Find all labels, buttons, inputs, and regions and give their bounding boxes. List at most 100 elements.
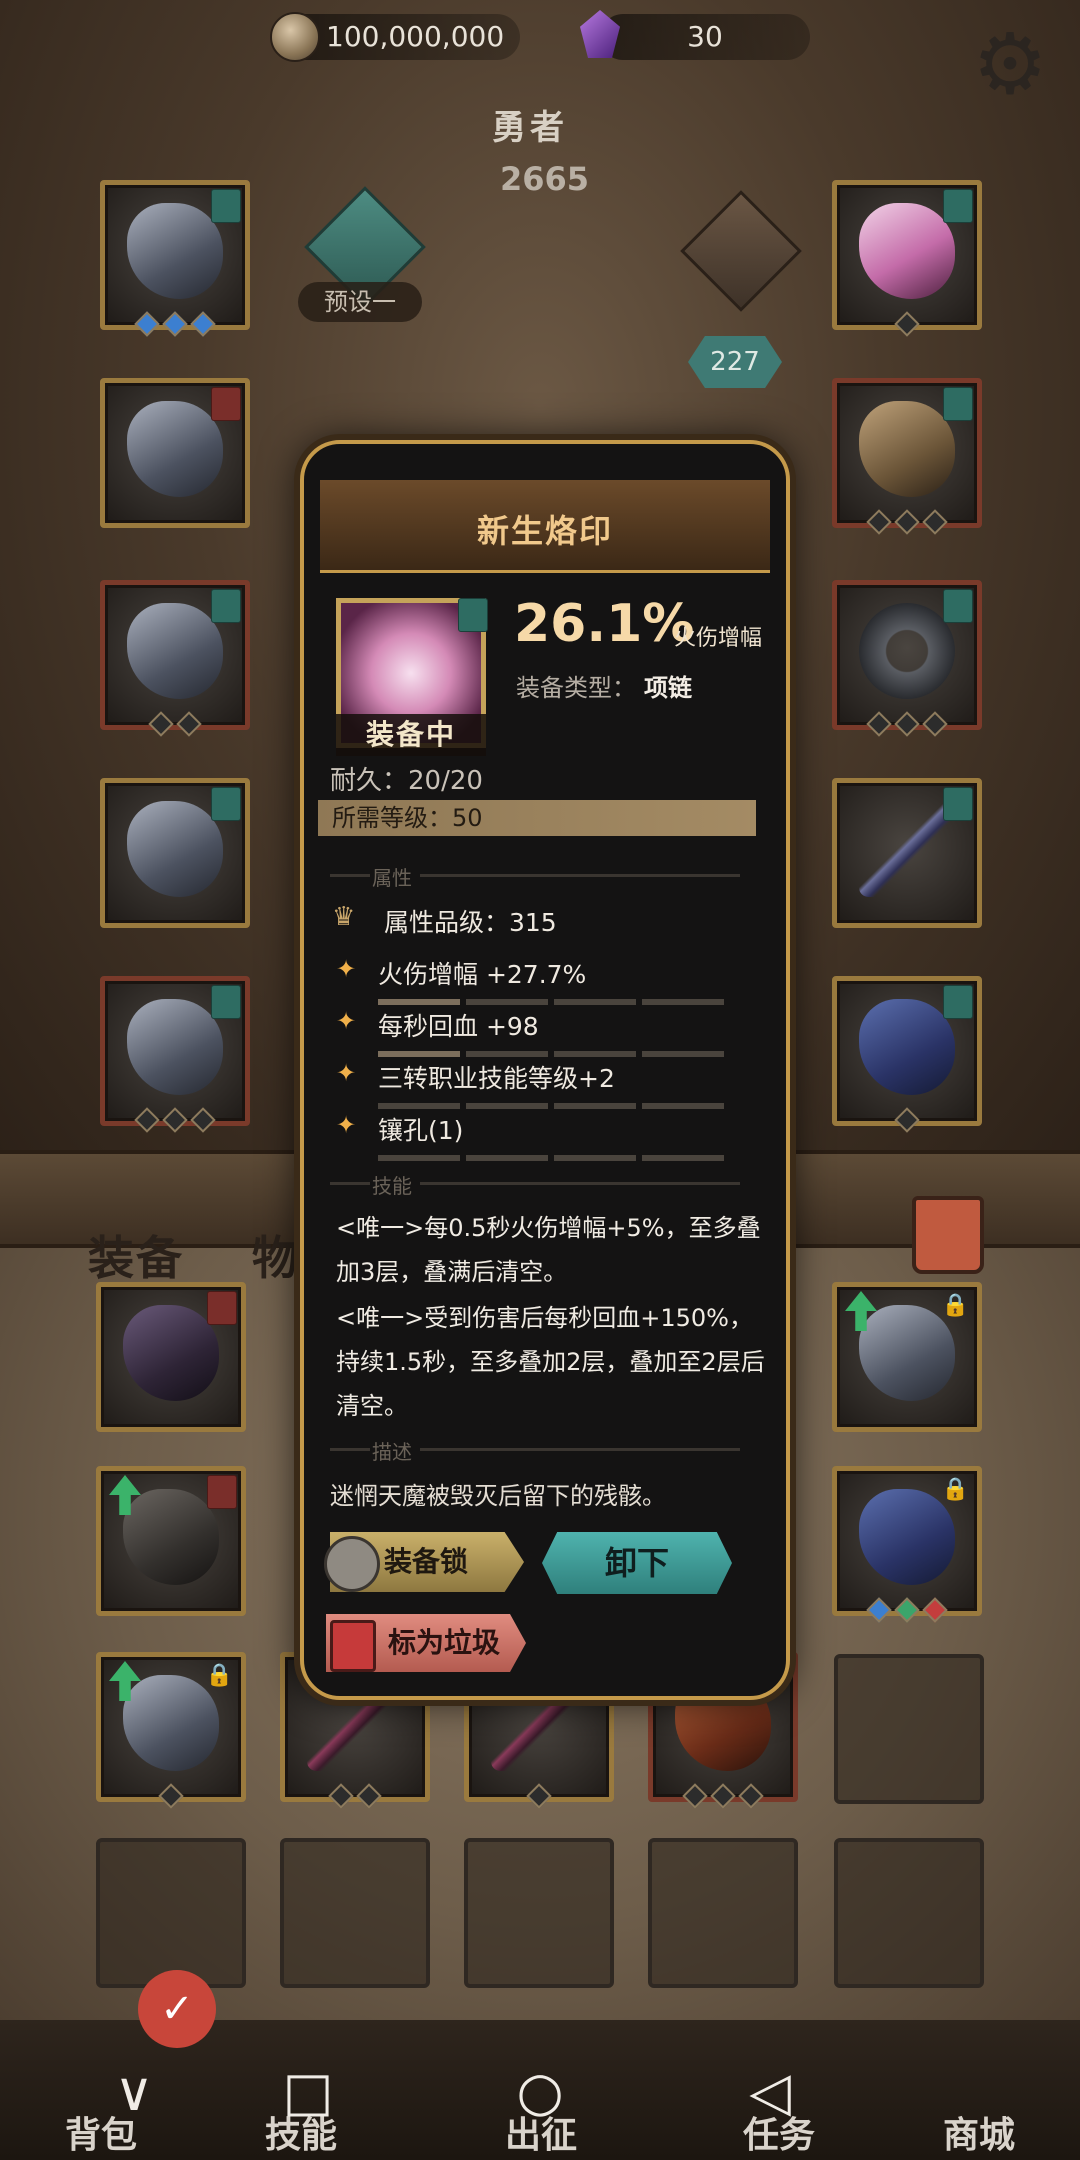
padlock-icon bbox=[324, 1536, 380, 1592]
quality-crest-icon: ♛ bbox=[332, 902, 356, 932]
system-square-icon[interactable]: □ bbox=[258, 2060, 358, 2123]
socket-row bbox=[837, 509, 977, 535]
slot-tag-icon bbox=[943, 189, 973, 223]
section-divider bbox=[420, 874, 740, 877]
attribute-bar bbox=[378, 1094, 730, 1109]
trash-icon bbox=[330, 1620, 376, 1672]
bag-empty-slot[interactable] bbox=[464, 1838, 614, 1988]
bag-empty-slot[interactable] bbox=[834, 1654, 984, 1804]
bag-empty-slot[interactable] bbox=[96, 1838, 246, 1988]
equip-slot-weapon[interactable] bbox=[832, 778, 982, 928]
bag-empty-slot[interactable] bbox=[648, 1838, 798, 1988]
nav-shop[interactable]: 商城 bbox=[904, 2106, 1054, 2158]
equip-slot-pauldron[interactable] bbox=[100, 580, 250, 737]
bag-item-shield[interactable]: 🔒 bbox=[832, 1466, 982, 1623]
section-description: 描述 bbox=[372, 1440, 412, 1464]
helmet-icon bbox=[127, 203, 223, 299]
item-description: 迷惘天魔被毁灭后留下的残骸。 bbox=[330, 1482, 666, 1510]
socket-row bbox=[105, 711, 245, 737]
settings-gear-icon[interactable]: ⚙ bbox=[968, 22, 1052, 106]
skill-text-2: <唯一>受到伤害后每秒回血+150%，持续1.5秒，至多叠加2层，叠加至2层后清… bbox=[336, 1304, 765, 1420]
gem-amount: 30 bbox=[687, 20, 723, 53]
pauldron-icon bbox=[127, 603, 223, 699]
slot-tag-icon bbox=[943, 985, 973, 1019]
slot-tag-icon bbox=[943, 589, 973, 623]
coin-amount: 100,000,000 bbox=[326, 20, 505, 53]
equip-slot-necklace[interactable] bbox=[832, 180, 982, 337]
equip-slot-ring[interactable] bbox=[832, 580, 982, 737]
tab-items[interactable]: 物 bbox=[252, 1222, 300, 1288]
section-divider bbox=[330, 1448, 370, 1451]
skill-text-1: <唯一>每0.5秒火伤增幅+5%，至多叠加3层，叠满后清空。 bbox=[336, 1214, 761, 1286]
mask-icon bbox=[127, 401, 223, 497]
equip-slot-amulet[interactable] bbox=[832, 378, 982, 535]
bag-item-helm-dark[interactable] bbox=[96, 1282, 246, 1432]
bag-item-helm[interactable]: 🔒 bbox=[832, 1282, 982, 1432]
trash-bin-icon[interactable] bbox=[912, 1196, 984, 1274]
tab-equipment[interactable]: 装备 bbox=[88, 1222, 184, 1288]
slot-tag-icon bbox=[943, 387, 973, 421]
socket-row bbox=[653, 1783, 793, 1809]
socket-row bbox=[469, 1783, 609, 1809]
socket-row bbox=[105, 311, 245, 337]
equip-slot-mask[interactable] bbox=[100, 378, 250, 528]
slot-tag-icon bbox=[211, 985, 241, 1019]
section-divider bbox=[330, 874, 370, 877]
equip-slot-legs[interactable] bbox=[100, 778, 250, 928]
bag-item-gauntlet[interactable]: 🔒 bbox=[96, 1652, 246, 1809]
socket-row bbox=[101, 1783, 241, 1809]
type-label: 装备类型： bbox=[516, 674, 636, 702]
attribute-bar bbox=[378, 1042, 730, 1057]
system-back-icon[interactable]: ∨ bbox=[84, 2060, 184, 2123]
gem-counter: 30 bbox=[600, 14, 810, 60]
socket-row bbox=[285, 1783, 425, 1809]
section-divider bbox=[330, 1182, 370, 1185]
bag-empty-slot[interactable] bbox=[280, 1838, 430, 1988]
type-value: 项链 bbox=[644, 674, 692, 702]
section-attributes: 属性 bbox=[372, 866, 412, 890]
main-stat-value: 26.1% bbox=[514, 594, 695, 654]
attribute-row: 三转职业技能等级+2 bbox=[378, 1064, 615, 1093]
star-icon: ✦ bbox=[336, 1111, 357, 1139]
dark-helm-icon bbox=[123, 1305, 219, 1401]
amulet-icon bbox=[859, 401, 955, 497]
slot-tag-icon bbox=[207, 1291, 237, 1325]
attribute-row: 火伤增幅 +27.7% bbox=[378, 960, 587, 989]
preset-selector[interactable]: 预设一 bbox=[298, 282, 422, 322]
system-recent-icon[interactable]: ◁ bbox=[720, 2060, 820, 2123]
attribute-bar bbox=[378, 1146, 730, 1161]
socket-row bbox=[105, 1107, 245, 1133]
star-icon: ✦ bbox=[336, 1059, 357, 1087]
star-icon: ✦ bbox=[336, 1007, 357, 1035]
level-badge: 227 bbox=[688, 336, 782, 388]
attribute-bar bbox=[378, 990, 730, 1005]
slot-tag-icon bbox=[943, 787, 973, 821]
required-level: 所需等级：50 bbox=[318, 800, 756, 836]
unequip-button[interactable]: 卸下 bbox=[542, 1532, 732, 1594]
durability: 耐久：20/20 bbox=[330, 766, 483, 796]
slot-tag-icon bbox=[211, 387, 241, 421]
lock-icon: 🔒 bbox=[941, 1293, 969, 1318]
pink-flame-icon bbox=[859, 203, 955, 299]
bag-empty-slot[interactable] bbox=[834, 1838, 984, 1988]
notification-badge-icon: ✓ bbox=[138, 1970, 216, 2048]
item-tag-icon bbox=[458, 598, 488, 632]
equipped-label: 装备中 bbox=[336, 714, 486, 756]
section-divider bbox=[420, 1182, 740, 1185]
bag-item-hat[interactable] bbox=[96, 1466, 246, 1616]
attribute-quality: 属性品级：315 bbox=[384, 908, 557, 937]
slot-tag-icon bbox=[211, 189, 241, 223]
equip-slot-boots[interactable] bbox=[100, 976, 250, 1133]
slot-tag-icon bbox=[211, 787, 241, 821]
socket-row bbox=[837, 711, 977, 737]
equip-slot-helmet[interactable] bbox=[100, 180, 250, 337]
staff-icon bbox=[859, 801, 955, 897]
gauntlet-icon bbox=[123, 1675, 219, 1771]
slot-tag-icon bbox=[207, 1475, 237, 1509]
socket-row bbox=[837, 311, 977, 337]
attribute-row: 每秒回血 +98 bbox=[378, 1012, 539, 1041]
system-home-icon[interactable]: ○ bbox=[490, 2060, 590, 2123]
section-skills: 技能 bbox=[372, 1174, 412, 1198]
hero-power: 2665 bbox=[500, 160, 590, 198]
equip-slot-offhand[interactable] bbox=[832, 976, 982, 1133]
